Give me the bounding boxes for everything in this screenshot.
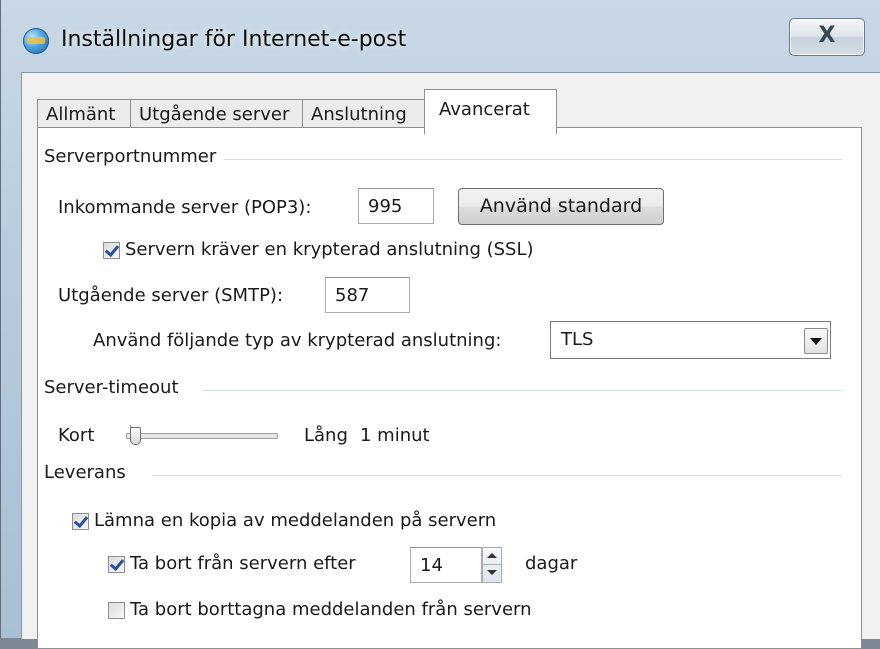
- tab-avancerat[interactable]: Avancerat: [424, 89, 557, 134]
- ssl-checkbox[interactable]: [103, 242, 120, 259]
- incoming-port-input[interactable]: 995: [358, 188, 434, 224]
- group-label-timeout: Server-timeout: [44, 377, 187, 398]
- dialog-client-area: Allmänt Utgående server Anslutning Avanc…: [21, 72, 880, 649]
- tab-panel-avancerat: Serverportnummer Inkommande server (POP3…: [37, 127, 862, 649]
- remove-deleted-checkbox[interactable]: [108, 602, 125, 619]
- group-divider-ports: [222, 159, 842, 160]
- timeout-short-label: Kort: [58, 425, 95, 446]
- chevron-down-icon[interactable]: [804, 328, 828, 354]
- encryption-type-value: TLS: [561, 329, 594, 350]
- ssl-label: Servern kräver en krypterad anslutning (…: [125, 239, 534, 260]
- use-default-button[interactable]: Använd standard: [458, 188, 664, 225]
- group-label-delivery: Leverans: [44, 462, 134, 483]
- encryption-type-label: Använd följande typ av krypterad anslutn…: [93, 330, 502, 351]
- outgoing-port-input[interactable]: 587: [325, 277, 410, 313]
- remove-deleted-label: Ta bort borttagna meddelanden från serve…: [130, 599, 532, 620]
- timeout-value: 1 minut: [360, 425, 430, 446]
- leave-copy-checkbox[interactable]: [72, 513, 89, 530]
- timeout-slider-track[interactable]: [126, 433, 278, 439]
- group-label-ports: Serverportnummer: [44, 146, 225, 167]
- close-button[interactable]: X: [789, 18, 865, 56]
- spinner-up-icon[interactable]: [483, 548, 501, 565]
- group-divider-timeout: [202, 390, 842, 391]
- dialog-window: Inställningar för Internet-e-post X Allm…: [0, 0, 880, 649]
- timeout-slider-thumb[interactable]: [130, 427, 141, 445]
- leave-copy-label: Lämna en kopia av meddelanden på servern: [94, 510, 497, 531]
- outgoing-server-label: Utgående server (SMTP):: [58, 285, 284, 306]
- mail-settings-icon: [23, 28, 49, 54]
- title-bar: Inställningar för Internet-e-post X: [1, 0, 880, 70]
- remove-after-label: Ta bort från servern efter: [130, 553, 356, 574]
- remove-after-checkbox[interactable]: [108, 556, 125, 573]
- days-input[interactable]: 14: [410, 547, 482, 583]
- encryption-type-select[interactable]: TLS: [550, 321, 831, 359]
- window-title: Inställningar för Internet-e-post: [61, 27, 407, 52]
- close-icon: X: [818, 23, 836, 48]
- days-spinner[interactable]: [482, 547, 502, 583]
- incoming-server-label: Inkommande server (POP3):: [58, 197, 312, 218]
- group-divider-delivery: [152, 475, 842, 476]
- timeout-long-label: Lång: [304, 425, 348, 446]
- days-unit-label: dagar: [525, 553, 578, 574]
- spinner-down-icon[interactable]: [483, 565, 501, 581]
